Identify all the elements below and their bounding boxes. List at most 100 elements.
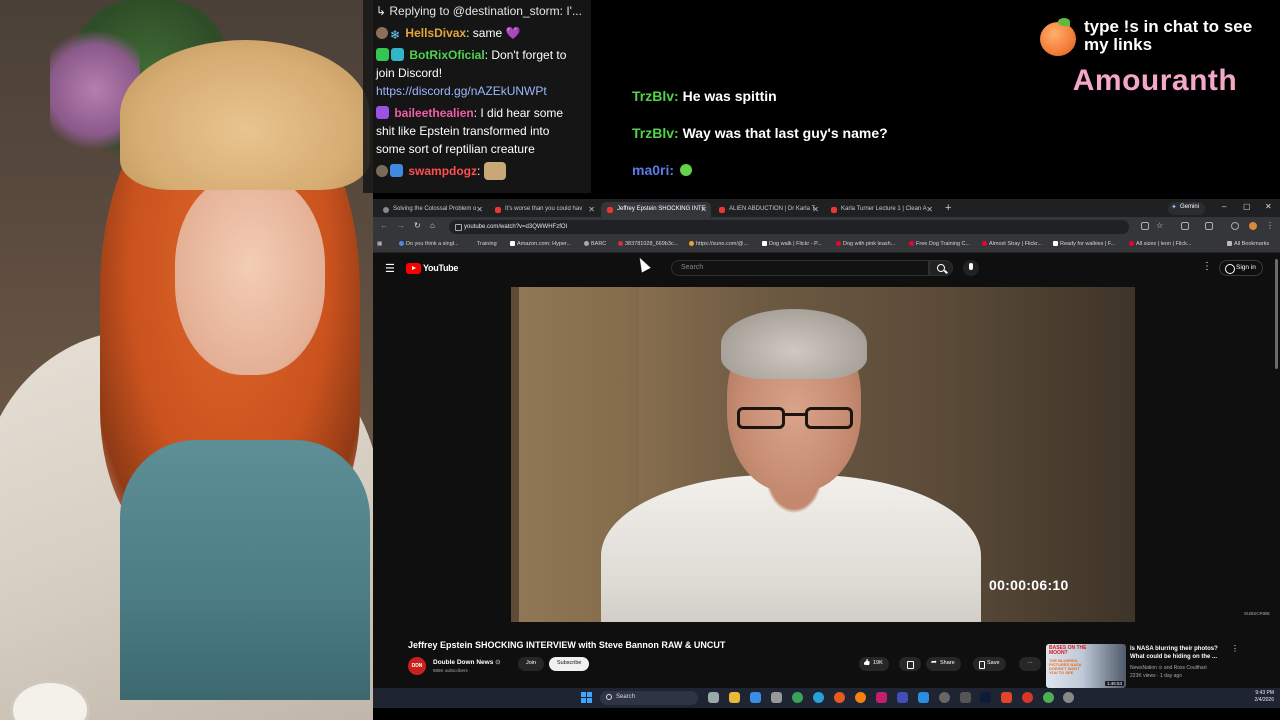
- firefox-alt-icon[interactable]: [855, 692, 866, 703]
- taskbar-search[interactable]: Search: [600, 691, 698, 705]
- minimize-button[interactable]: –: [1222, 202, 1226, 211]
- share-button[interactable]: Share: [926, 657, 961, 671]
- maximize-button[interactable]: ▢: [1243, 202, 1251, 211]
- bookmark-item[interactable]: Amazon.com: Hyper...: [510, 241, 571, 247]
- bookmark-item[interactable]: https://suno.com/@...: [689, 241, 748, 247]
- hamburger-menu-icon[interactable]: ☰: [385, 262, 395, 275]
- stream-chat-user: TrzBlv:: [632, 88, 679, 104]
- bookmark-item[interactable]: Almost Stray | Flickr...: [982, 241, 1042, 247]
- dislike-button[interactable]: [899, 657, 921, 671]
- sign-in-button[interactable]: Sign in: [1219, 260, 1263, 276]
- streamer-name: Amouranth: [1072, 64, 1238, 97]
- discord-link[interactable]: https://discord.gg/nAZEkUNWPt: [376, 84, 547, 98]
- recommended-video-channel[interactable]: NewsNation ⊙ and Ross Coulthart: [1130, 665, 1207, 671]
- subscribe-button[interactable]: Subscribe: [549, 657, 590, 671]
- channel-name[interactable]: Double Down News ⊙: [433, 658, 501, 666]
- reload-icon[interactable]: ↻: [414, 221, 421, 230]
- app-icon[interactable]: [1022, 692, 1033, 703]
- app-icon[interactable]: [876, 692, 887, 703]
- recommended-video-title[interactable]: Is NASA blurring their photos? What coul…: [1130, 645, 1226, 661]
- windows-start-icon[interactable]: [581, 692, 592, 703]
- gemini-button[interactable]: Gemini: [1168, 202, 1206, 215]
- save-button[interactable]: Save: [973, 657, 1006, 671]
- sub-badge-icon: [376, 106, 389, 119]
- like-button[interactable]: 19K: [859, 657, 889, 671]
- bookmark-item[interactable]: All sizes | leon | Flick...: [1129, 241, 1191, 247]
- channel-avatar[interactable]: DDN: [408, 657, 426, 675]
- forward-arrow-icon[interactable]: →: [397, 221, 405, 230]
- bookmark-item[interactable]: Do you think a singl...: [399, 241, 459, 247]
- browser-tab[interactable]: Solving the Colossal Problem o ✕: [377, 202, 487, 217]
- bookmark-label: All Bookmarks: [1234, 241, 1270, 247]
- close-tab-icon[interactable]: ✕: [700, 205, 707, 214]
- youtube-logo[interactable]: YouTube: [406, 263, 458, 274]
- chat-message: BotRixOficial: Don't forget to join Disc…: [376, 48, 567, 98]
- close-tab-icon[interactable]: ✕: [812, 205, 819, 214]
- chat-username: BotRixOficial: [409, 48, 485, 62]
- url-field[interactable]: youtube.com/watch?v=d3QWWHFzfOI: [449, 220, 1129, 234]
- recommendation-menu-icon[interactable]: ⋮: [1231, 644, 1239, 653]
- photoshop-icon[interactable]: [980, 692, 991, 703]
- search-button[interactable]: [929, 260, 953, 276]
- firefox-icon[interactable]: [834, 692, 845, 703]
- video-player[interactable]: 00:00:06:10: [511, 287, 1135, 622]
- bookmark-label: Dog with pink leash...: [843, 241, 896, 247]
- calculator-icon[interactable]: [771, 692, 782, 703]
- tab-title: Karla Turner Lecture 1 | Clean A: [841, 206, 927, 212]
- app-icon[interactable]: [1043, 692, 1054, 703]
- apps-grid-icon[interactable]: ▦: [377, 241, 382, 247]
- bookmark-label: Amazon.com: Hyper...: [517, 241, 572, 247]
- bookmark-item[interactable]: 383781028_669b3c...: [618, 241, 678, 247]
- app-icon[interactable]: [1001, 692, 1012, 703]
- file-explorer-icon[interactable]: [729, 692, 740, 703]
- close-tab-icon[interactable]: ✕: [588, 205, 595, 214]
- browser-tab-active[interactable]: Jeffrey Epstein SHOCKING INTE ✕: [601, 202, 711, 217]
- app-icon[interactable]: [960, 692, 971, 703]
- tab-title: ALIEN ABDUCTION | Dr Karla T: [729, 206, 816, 212]
- taskbar-clock[interactable]: 9:43 PM 2/4/2026: [1238, 690, 1274, 704]
- recommended-video-thumbnail[interactable]: BASES ON THE MOON? THE BLURRED PICTURES …: [1046, 644, 1126, 688]
- subscribe-watermark[interactable]: SUBSCRIBE: [1244, 611, 1270, 616]
- install-icon[interactable]: [1141, 222, 1149, 230]
- back-arrow-icon[interactable]: ←: [380, 221, 388, 230]
- app-icon[interactable]: [918, 692, 929, 703]
- close-tab-icon[interactable]: ✕: [926, 205, 933, 214]
- bookmark-star-icon[interactable]: ☆: [1156, 221, 1163, 230]
- scrollbar[interactable]: [1275, 259, 1278, 369]
- bookmark-item[interactable]: Training: [477, 241, 497, 247]
- bookmark-item[interactable]: Ready for walkies | F...: [1053, 241, 1115, 247]
- more-actions-button[interactable]: ···: [1019, 657, 1041, 671]
- stream-chat-line: ma0ri:: [632, 162, 1052, 199]
- task-view-icon[interactable]: [708, 692, 719, 703]
- bookmark-item[interactable]: Dog walk | Flickr - P...: [762, 241, 822, 247]
- bookmark-item[interactable]: Free Dog Training C...: [909, 241, 970, 247]
- sidebar-icon[interactable]: [1205, 222, 1213, 230]
- peach-leaf-icon: [1058, 18, 1070, 26]
- join-button[interactable]: Join: [518, 657, 545, 671]
- extension-avatar-icon[interactable]: [1249, 222, 1257, 230]
- stream-chat-text: Way was that last guy's name?: [682, 125, 888, 141]
- extensions-icon[interactable]: [1181, 222, 1189, 230]
- all-bookmarks[interactable]: All Bookmarks: [1227, 241, 1269, 247]
- browser-tab[interactable]: Karla Turner Lecture 1 | Clean A ✕: [825, 202, 937, 217]
- close-window-button[interactable]: ✕: [1265, 202, 1272, 211]
- home-icon[interactable]: ⌂: [430, 221, 435, 230]
- more-options-icon[interactable]: ⋮: [1202, 261, 1212, 272]
- app-icon[interactable]: [939, 692, 950, 703]
- bookmark-item[interactable]: Dog with pink leash...: [836, 241, 895, 247]
- profile-icon[interactable]: [1231, 222, 1239, 230]
- browser-tab[interactable]: It's worse than you could hav ✕: [489, 202, 599, 217]
- microphone-icon[interactable]: [963, 260, 979, 276]
- store-icon[interactable]: [750, 692, 761, 703]
- new-tab-button[interactable]: +: [945, 202, 951, 214]
- search-input[interactable]: Search: [671, 260, 929, 276]
- settings-icon[interactable]: [1063, 692, 1074, 703]
- chrome-icon[interactable]: [792, 692, 803, 703]
- edge-icon[interactable]: [813, 692, 824, 703]
- browser-tab[interactable]: ALIEN ABDUCTION | Dr Karla T ✕: [713, 202, 823, 217]
- browser-menu-icon[interactable]: ⋮: [1266, 221, 1274, 230]
- bookmark-item[interactable]: BARC: [584, 241, 606, 247]
- close-tab-icon[interactable]: ✕: [476, 205, 483, 214]
- app-icon[interactable]: [897, 692, 908, 703]
- verified-icon: ⊙: [495, 659, 501, 666]
